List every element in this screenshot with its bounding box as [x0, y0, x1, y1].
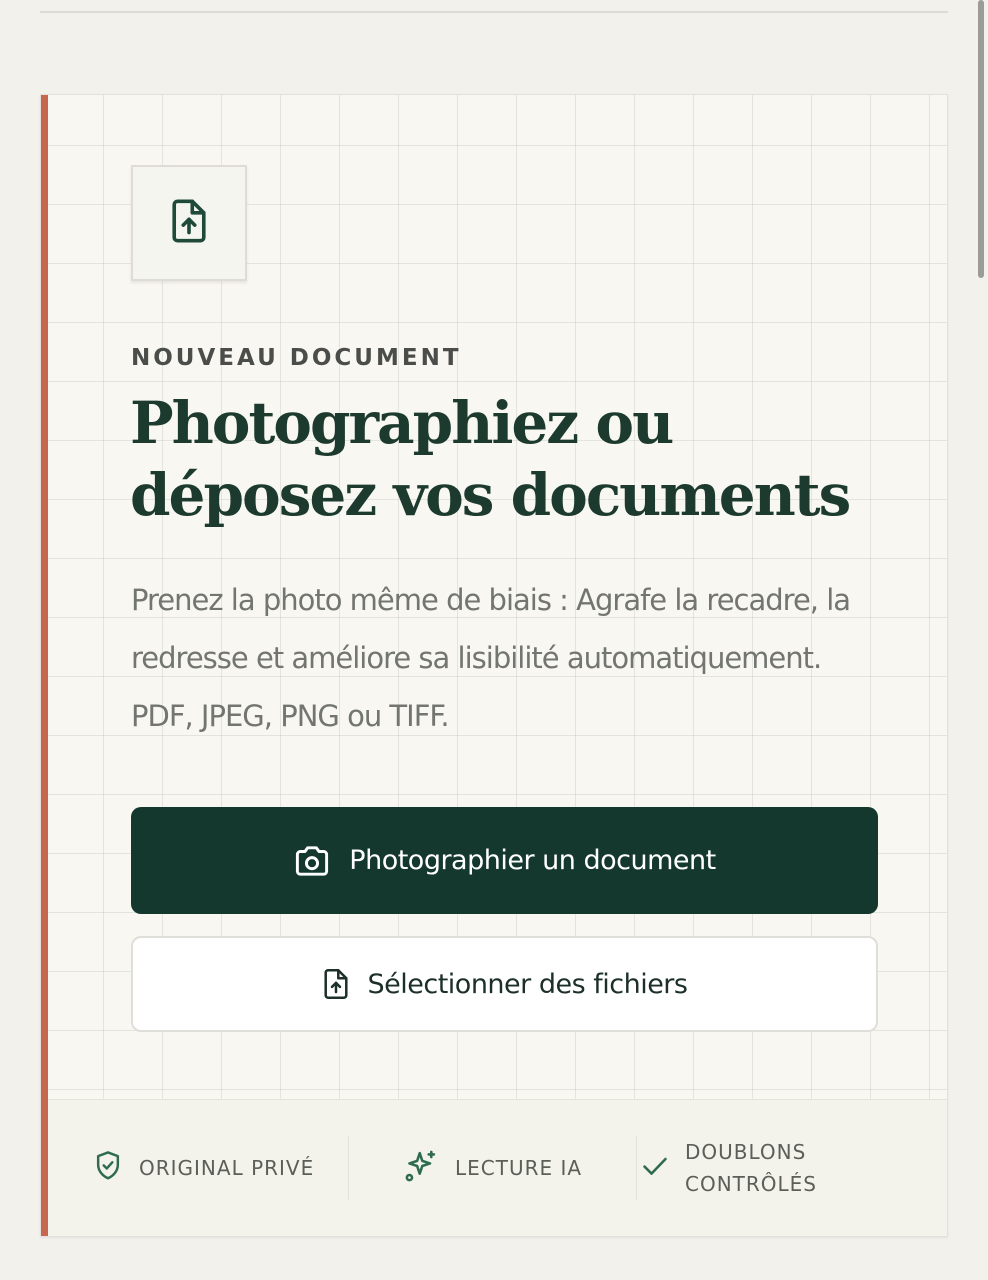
camera-icon: [293, 844, 331, 878]
feature-private-original: ORIGINAL PRIVÉ: [93, 1100, 314, 1236]
file-upload-icon: [169, 198, 209, 249]
feature-divider: [636, 1136, 637, 1200]
upload-tile: [131, 165, 247, 281]
card-accent-bar: [41, 95, 48, 1236]
top-divider: [40, 11, 948, 13]
take-photo-button-label: Photographier un document: [349, 845, 716, 876]
page-title-line-1: Photographiez ou: [130, 389, 674, 457]
feature-label: ORIGINAL PRIVÉ: [139, 1156, 315, 1180]
page-scrollbar[interactable]: [974, 0, 988, 1280]
page-title-line-2: déposez vos documents: [130, 461, 851, 529]
feature-divider: [348, 1136, 349, 1200]
feature-label-line-2: CONTRÔLÉS: [685, 1172, 817, 1196]
feature-label: LECTURE IA: [455, 1156, 583, 1180]
select-files-button-label: Sélectionner des fichiers: [367, 968, 688, 1000]
section-eyebrow: NOUVEAU DOCUMENT: [131, 345, 462, 371]
feature-label: DOUBLONS CONTRÔLÉS: [685, 1136, 817, 1200]
shield-check-icon: [93, 1150, 123, 1187]
select-files-button[interactable]: Sélectionner des fichiers: [131, 936, 878, 1032]
feature-strip: ORIGINAL PRIVÉ LECTURE IA DOUBLONS CONTR…: [48, 1099, 947, 1236]
feature-ai-reading: LECTURE IA: [403, 1100, 582, 1236]
feature-label-line-1: DOUBLONS: [685, 1140, 807, 1164]
sparkles-icon: [403, 1148, 439, 1189]
file-upload-icon: [322, 968, 350, 1000]
page-title: Photographiez ou déposez vos documents: [130, 387, 910, 531]
scrollbar-thumb[interactable]: [978, 0, 984, 278]
upload-card: NOUVEAU DOCUMENT Photographiez ou dépose…: [40, 94, 948, 1237]
page-description: Prenez la photo même de biais : Agrafe l…: [131, 583, 851, 733]
check-icon: [641, 1154, 669, 1183]
feature-duplicates-checked: DOUBLONS CONTRÔLÉS: [641, 1100, 817, 1236]
take-photo-button[interactable]: Photographier un document: [131, 807, 878, 914]
